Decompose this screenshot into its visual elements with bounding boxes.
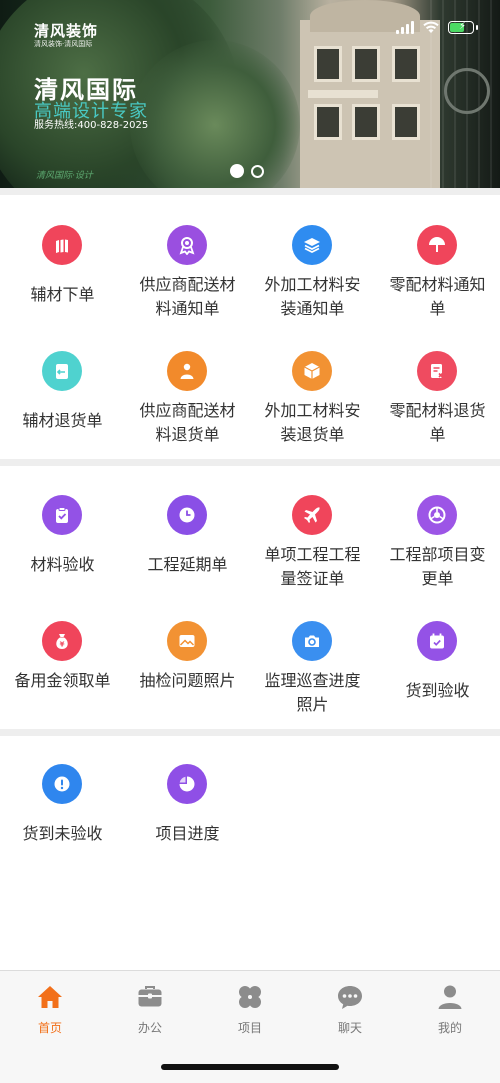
menu-item-label: 监理巡查进度照片 bbox=[264, 671, 361, 714]
menu-item-label: 工程部项目变更单 bbox=[389, 545, 486, 588]
menu-item-label: 供应商配送材料退货单 bbox=[139, 401, 236, 444]
plane-icon bbox=[292, 495, 332, 535]
menu-item-label: 材料验收 bbox=[30, 555, 95, 574]
menu-item-label: 项目进度 bbox=[155, 824, 220, 843]
menu-item-clock[interactable]: 工程延期单 bbox=[125, 467, 250, 593]
home-icon bbox=[36, 983, 64, 1011]
divider bbox=[0, 459, 500, 466]
banner-carousel[interactable]: 清风装饰 清风装饰·清风国际 清风国际 高端设计专家 服务热线:400-828-… bbox=[0, 0, 500, 188]
image-icon bbox=[167, 621, 207, 661]
menu-item-umbrella[interactable]: 零配材料通知单 bbox=[375, 197, 500, 323]
menu-item-exclamation[interactable]: 货到未验收 bbox=[0, 736, 125, 862]
carousel-dot-1[interactable] bbox=[230, 164, 244, 178]
cellular-signal-icon bbox=[396, 20, 414, 34]
bars-icon bbox=[42, 225, 82, 265]
menu-item-label: 单项工程工程量签证单 bbox=[264, 545, 361, 588]
divider bbox=[0, 188, 500, 195]
banner-hotline: 服务热线:400-828-2025 bbox=[34, 120, 149, 131]
menu-item-clipboard-check[interactable]: 材料验收 bbox=[0, 467, 125, 593]
menu-item-chrome[interactable]: 工程部项目变更单 bbox=[375, 467, 500, 593]
tab-briefcase[interactable]: 办公 bbox=[100, 983, 200, 1036]
money-bag-icon: ¥ bbox=[42, 621, 82, 661]
return-icon bbox=[42, 351, 82, 391]
menu-item-label: 工程延期单 bbox=[147, 555, 228, 574]
menu-item-box[interactable]: 外加工材料安装退货单 bbox=[250, 323, 375, 449]
quick-actions-grid-1: 辅材下单 供应商配送材料通知单 外加工材料安装通知单 零配材料通知单辅材退货单 供应商配… bbox=[0, 197, 500, 449]
tab-label: 项目 bbox=[237, 1021, 262, 1035]
briefcase-icon bbox=[136, 983, 164, 1011]
status-bar: ⚡ bbox=[396, 20, 478, 34]
menu-item-camera[interactable]: 监理巡查进度照片 bbox=[250, 593, 375, 719]
menu-item-badge[interactable]: 供应商配送材料通知单 bbox=[125, 197, 250, 323]
menu-item-bars[interactable]: 辅材下单 bbox=[0, 197, 125, 323]
menu-item-image[interactable]: 抽检问题照片 bbox=[125, 593, 250, 719]
quick-actions-grid-2: 材料验收 工程延期单 单项工程工程量签证单 工程部项目变更单 ¥ 备用金领取单 抽检问题照片… bbox=[0, 467, 500, 719]
wifi-icon bbox=[423, 21, 439, 33]
menu-item-label: 货到验收 bbox=[405, 681, 470, 700]
menu-item-label: 备用金领取单 bbox=[14, 671, 111, 690]
quick-actions-grid-3: 货到未验收 项目进度 bbox=[0, 736, 500, 862]
banner-villa-image bbox=[300, 0, 440, 188]
brand-logo: 清风装饰 清风装饰·清风国际 bbox=[34, 22, 99, 48]
carousel-indicator[interactable] bbox=[230, 164, 264, 178]
pie-icon bbox=[167, 764, 207, 804]
person-icon bbox=[167, 351, 207, 391]
user-icon bbox=[436, 983, 464, 1011]
divider bbox=[0, 729, 500, 736]
clock-icon bbox=[167, 495, 207, 535]
doc-x-icon bbox=[417, 351, 457, 391]
carousel-dot-2[interactable] bbox=[251, 164, 264, 178]
menu-item-calendar-check[interactable]: 货到验收 bbox=[375, 593, 500, 719]
tab-label: 我的 bbox=[437, 1021, 462, 1035]
chrome-icon bbox=[417, 495, 457, 535]
menu-item-money-bag[interactable]: ¥ 备用金领取单 bbox=[0, 593, 125, 719]
menu-item-label: 辅材退货单 bbox=[22, 411, 103, 430]
menu-item-label: 供应商配送材料通知单 bbox=[139, 275, 236, 318]
clipboard-check-icon bbox=[42, 495, 82, 535]
tab-label: 聊天 bbox=[337, 1021, 362, 1035]
menu-item-plane[interactable]: 单项工程工程量签证单 bbox=[250, 467, 375, 593]
calendar-check-icon bbox=[417, 621, 457, 661]
box-icon bbox=[292, 351, 332, 391]
exclamation-icon bbox=[42, 764, 82, 804]
svg-text:¥: ¥ bbox=[60, 640, 65, 648]
banner-signature: 清风国际·设计 bbox=[36, 171, 93, 181]
menu-item-label: 零配材料退货单 bbox=[389, 401, 486, 444]
camera-icon bbox=[292, 621, 332, 661]
tab-user[interactable]: 我的 bbox=[400, 983, 500, 1036]
tab-clover[interactable]: 项目 bbox=[200, 983, 300, 1036]
tab-chat[interactable]: 聊天 bbox=[300, 983, 400, 1036]
menu-item-doc-x[interactable]: 零配材料退货单 bbox=[375, 323, 500, 449]
clover-icon bbox=[236, 983, 264, 1011]
home-indicator[interactable] bbox=[161, 1064, 339, 1070]
menu-item-label: 货到未验收 bbox=[22, 824, 103, 843]
chat-icon bbox=[336, 983, 364, 1011]
battery-charging-icon: ⚡ bbox=[448, 20, 478, 34]
menu-item-label: 抽检问题照片 bbox=[139, 671, 236, 690]
umbrella-icon bbox=[417, 225, 457, 265]
menu-item-label: 外加工材料安装退货单 bbox=[264, 401, 361, 444]
menu-item-label: 辅材下单 bbox=[30, 285, 95, 304]
tab-home[interactable]: 首页 bbox=[0, 983, 100, 1036]
menu-item-pie[interactable]: 项目进度 bbox=[125, 736, 250, 862]
menu-item-label: 外加工材料安装通知单 bbox=[264, 275, 361, 318]
tab-label: 办公 bbox=[137, 1021, 162, 1035]
tab-label: 首页 bbox=[37, 1021, 62, 1035]
badge-icon bbox=[167, 225, 207, 265]
menu-item-person[interactable]: 供应商配送材料退货单 bbox=[125, 323, 250, 449]
menu-item-return[interactable]: 辅材退货单 bbox=[0, 323, 125, 449]
menu-item-label: 零配材料通知单 bbox=[389, 275, 486, 318]
layers-icon bbox=[292, 225, 332, 265]
menu-item-layers[interactable]: 外加工材料安装通知单 bbox=[250, 197, 375, 323]
